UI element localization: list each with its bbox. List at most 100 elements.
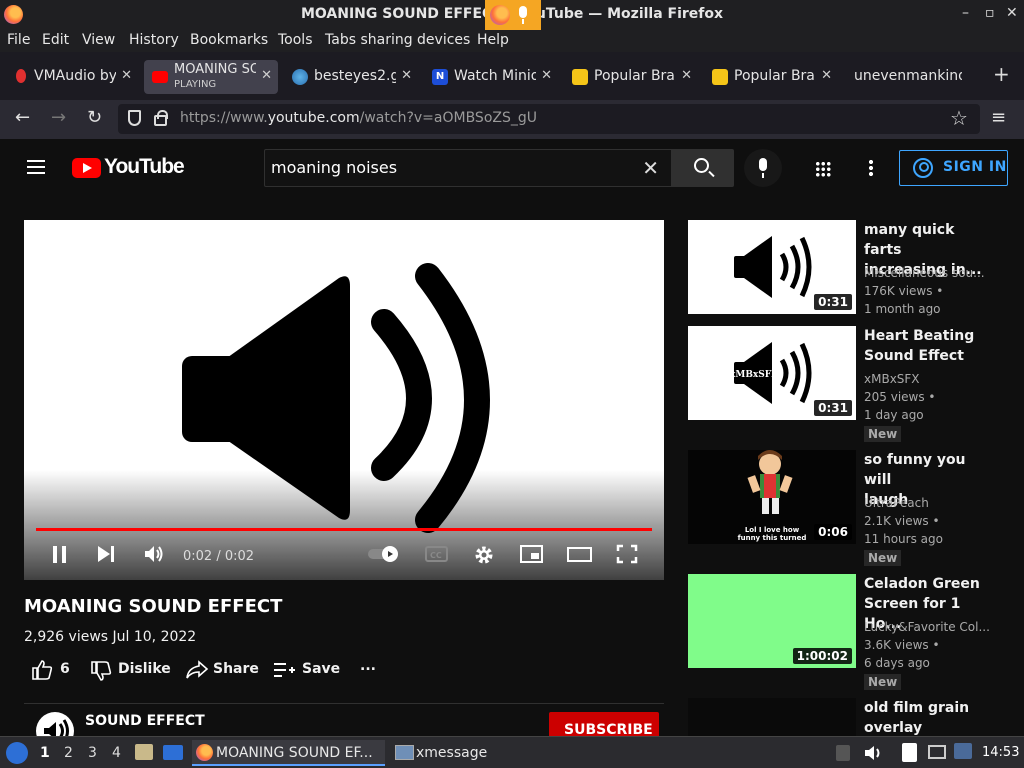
next-icon[interactable] <box>96 544 116 564</box>
more-actions-icon[interactable]: ... <box>360 658 376 674</box>
workspace-4[interactable]: 4 <box>112 745 121 761</box>
voice-search-icon[interactable] <box>744 149 782 187</box>
channel-name[interactable]: SOUND EFFECT <box>85 713 205 729</box>
close-tab-icon[interactable]: ✕ <box>401 68 412 83</box>
workspace-2[interactable]: 2 <box>64 745 73 761</box>
tab-moaning-sound-effect[interactable]: MOANING SO PLAYING ✕ <box>144 60 278 94</box>
url-bar[interactable]: https://www.youtube.com/watch?v=aOMBSoZS… <box>118 104 980 134</box>
share-button[interactable]: Share <box>213 661 259 677</box>
youtube-header: YouTube ✕ SIGN IN <box>0 139 1024 197</box>
recommendation-channel[interactable]: Lucky&Favorite Col... <box>864 620 990 634</box>
workspace-1[interactable]: 1 <box>40 745 50 761</box>
save-button[interactable]: Save <box>302 661 340 677</box>
close-tab-icon[interactable]: ✕ <box>261 68 272 83</box>
save-playlist-icon[interactable] <box>273 661 295 679</box>
fullscreen-icon[interactable] <box>616 544 638 564</box>
theater-mode-icon[interactable] <box>567 544 593 564</box>
url-text[interactable]: https://www.youtube.com/watch?v=aOMBSoZS… <box>180 110 537 126</box>
minimize-icon[interactable]: – <box>962 5 969 21</box>
like-count[interactable]: 6 <box>60 661 70 677</box>
forward-icon[interactable]: → <box>51 107 66 128</box>
maximize-icon[interactable]: ▫ <box>985 5 995 21</box>
video-thumbnail[interactable]: xMBxSFX 0:31 <box>688 326 856 420</box>
lock-icon[interactable] <box>154 110 168 126</box>
account-icon <box>913 158 933 178</box>
search-input[interactable] <box>271 158 631 177</box>
display-icon[interactable] <box>928 745 946 759</box>
youtube-logo-text[interactable]: YouTube <box>104 155 185 179</box>
menu-history[interactable]: History <box>129 32 179 48</box>
clipboard-icon[interactable] <box>902 743 917 762</box>
close-tab-icon[interactable]: ✕ <box>541 68 552 83</box>
tab-besteyes2[interactable]: besteyes2.g ✕ <box>284 60 418 94</box>
back-icon[interactable]: ← <box>15 107 30 128</box>
share-icon[interactable] <box>185 660 209 680</box>
video-thumbnail[interactable]: 0:31 <box>688 220 856 314</box>
notification-icon[interactable] <box>954 743 972 759</box>
menu-bar: File Edit View History Bookmarks Tools T… <box>0 30 1024 52</box>
duration-badge: 0:31 <box>814 400 852 416</box>
tray-scroll-icon[interactable] <box>836 745 850 761</box>
youtube-logo-icon[interactable] <box>72 158 101 178</box>
progress-bar[interactable] <box>36 528 652 531</box>
search-button[interactable] <box>672 149 734 187</box>
recommendation-channel[interactable]: UltraPeach <box>864 496 929 510</box>
autoplay-toggle-icon[interactable] <box>367 544 403 564</box>
like-icon[interactable] <box>31 659 53 681</box>
menu-tools[interactable]: Tools <box>278 32 313 48</box>
recommendation-channel[interactable]: Miscellaneous sou... <box>864 266 985 280</box>
video-thumbnail[interactable]: 1:00:02 <box>688 574 856 668</box>
close-window-icon[interactable]: ✕ <box>1006 5 1018 21</box>
sign-in-button[interactable]: SIGN IN <box>899 150 1008 186</box>
svg-text:CC: CC <box>430 551 442 560</box>
recommendation-age: 6 days ago <box>864 656 930 670</box>
recommendation-channel[interactable]: xMBxSFX <box>864 372 920 386</box>
volume-icon[interactable] <box>143 544 165 564</box>
menu-tabs-sharing-devices[interactable]: Tabs sharing devices <box>325 32 470 48</box>
tab-vmaudio[interactable]: VMAudio by ✕ <box>4 60 138 94</box>
video-thumbnail[interactable] <box>688 698 856 736</box>
tab-unevenmankind[interactable]: unevenmankind <box>844 60 978 94</box>
close-tab-icon[interactable]: ✕ <box>681 68 692 83</box>
menu-view[interactable]: View <box>82 32 115 48</box>
menu-help[interactable]: Help <box>477 32 509 48</box>
video-player[interactable]: 0:02 / 0:02 CC <box>24 220 664 580</box>
more-options-icon[interactable] <box>869 159 873 177</box>
apps-grid-icon[interactable] <box>815 161 831 177</box>
recommendation-views: 176K views • <box>864 284 944 298</box>
miniplayer-icon[interactable] <box>520 544 544 564</box>
taskbar-firefox[interactable]: MOANING SOUND EF... <box>192 740 385 766</box>
show-desktop-icon[interactable] <box>163 745 183 760</box>
globe-icon <box>292 69 308 85</box>
tab-popular-brands-2[interactable]: Popular Bran ✕ <box>704 60 838 94</box>
bookmark-star-icon[interactable]: ☆ <box>950 106 968 130</box>
captions-icon[interactable]: CC <box>425 544 449 564</box>
close-tab-icon[interactable]: ✕ <box>121 68 132 83</box>
volume-tray-icon[interactable] <box>863 744 883 762</box>
sharing-indicator[interactable] <box>485 0 541 30</box>
search-box[interactable]: ✕ <box>264 149 672 187</box>
clear-search-icon[interactable]: ✕ <box>642 156 659 180</box>
dislike-button[interactable]: Dislike <box>118 661 171 677</box>
menu-file[interactable]: File <box>7 32 30 48</box>
tab-watch-minio[interactable]: N Watch Minio ✕ <box>424 60 558 94</box>
video-thumbnail[interactable]: Lol I love how funny this turned 0:06 <box>688 450 856 544</box>
thumbnail-caption-1: Lol I love how <box>745 526 800 534</box>
dislike-icon[interactable] <box>90 660 112 682</box>
start-menu-icon[interactable] <box>6 742 28 764</box>
app-menu-icon[interactable]: ≡ <box>991 107 1006 128</box>
pause-icon[interactable] <box>50 544 70 564</box>
taskbar-xmessage[interactable]: xmessage <box>392 740 512 766</box>
menu-edit[interactable]: Edit <box>42 32 69 48</box>
menu-bookmarks[interactable]: Bookmarks <box>190 32 268 48</box>
hamburger-menu-icon[interactable] <box>27 160 45 174</box>
settings-gear-icon[interactable] <box>473 544 495 566</box>
tab-popular-brands-1[interactable]: Popular Bran ✕ <box>564 60 698 94</box>
close-tab-icon[interactable]: ✕ <box>821 68 832 83</box>
recommendation-title[interactable]: Heart Beating Sound Effect <box>864 326 982 366</box>
file-manager-icon[interactable] <box>135 744 153 760</box>
reload-icon[interactable]: ↻ <box>87 107 102 128</box>
shield-icon[interactable] <box>128 110 141 126</box>
workspace-3[interactable]: 3 <box>88 745 97 761</box>
new-tab-icon[interactable]: + <box>993 62 1010 86</box>
